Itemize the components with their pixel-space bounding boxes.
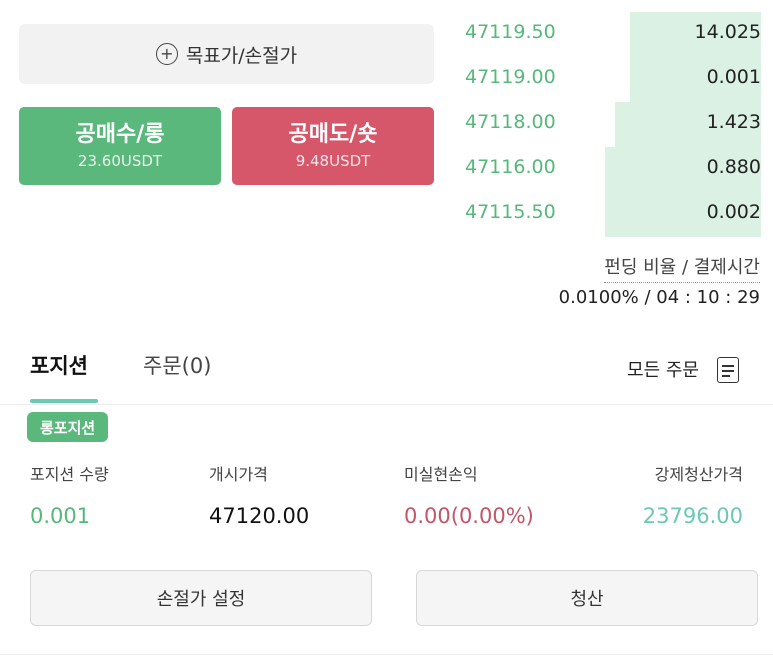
bid-qty: 0.001 — [706, 66, 761, 88]
liquidation-price-label: 강제청산가격 — [654, 465, 743, 484]
orderbook-row[interactable]: 47118.00 1.423 — [456, 102, 761, 147]
close-position-button[interactable]: 청산 — [416, 570, 758, 626]
bid-price: 47116.00 — [465, 156, 556, 178]
orderbook-row[interactable]: 47119.50 14.025 — [456, 12, 761, 57]
bid-price: 47119.00 — [465, 66, 556, 88]
bid-qty: 14.025 — [694, 21, 761, 43]
open-long-button[interactable]: 공매수/롱 23.60USDT — [19, 107, 221, 185]
active-tab-indicator — [30, 399, 98, 403]
orderbook-row[interactable]: 47115.50 0.002 — [456, 192, 761, 237]
short-amount: 9.48USDT — [295, 152, 371, 171]
all-orders-link[interactable]: 모든 주문 — [627, 356, 699, 382]
tab-positions[interactable]: 포지션 — [30, 350, 88, 380]
entry-price-value: 47120.00 — [209, 504, 310, 528]
orderbook-row[interactable]: 47119.00 0.001 — [456, 57, 761, 102]
bid-price: 47119.50 — [465, 21, 556, 43]
unrealized-pnl-value: 0.00(0.00%) — [404, 504, 534, 528]
bid-qty: 1.423 — [706, 111, 761, 133]
plus-circle-icon: + — [155, 43, 178, 65]
position-size-value: 0.001 — [30, 504, 91, 528]
funding-rate-label[interactable]: 펀딩 비율 / 결제시간 — [604, 253, 760, 283]
long-label: 공매수/롱 — [75, 121, 165, 147]
position-size-label: 포지션 수량 — [30, 465, 109, 484]
long-position-badge: 롱포지션 — [27, 412, 109, 442]
set-stop-loss-button[interactable]: 손절가 설정 — [30, 570, 372, 626]
open-short-button[interactable]: 공매도/숏 9.48USDT — [232, 107, 434, 185]
divider — [0, 654, 773, 655]
long-amount: 23.60USDT — [77, 152, 163, 171]
short-label: 공매도/숏 — [288, 121, 378, 147]
tpsl-label: 목표가/손절가 — [185, 44, 298, 67]
orderbook-row[interactable]: 47116.00 0.880 — [456, 147, 761, 192]
bid-qty: 0.880 — [706, 156, 761, 178]
liquidation-price-value: 23796.00 — [642, 504, 743, 528]
divider — [0, 404, 773, 405]
bid-price: 47115.50 — [465, 201, 556, 223]
take-profit-stop-loss-button[interactable]: + 목표가/손절가 — [19, 24, 434, 84]
bid-price: 47118.00 — [465, 111, 556, 133]
tab-orders[interactable]: 주문(0) — [143, 350, 211, 380]
unrealized-pnl-label: 미실현손익 — [404, 465, 478, 484]
bid-qty: 0.002 — [706, 201, 761, 223]
funding-rate-value: 0.0100% / 04 : 10 : 29 — [558, 287, 760, 308]
order-list-icon[interactable] — [717, 357, 739, 383]
entry-price-label: 개시가격 — [209, 465, 268, 484]
